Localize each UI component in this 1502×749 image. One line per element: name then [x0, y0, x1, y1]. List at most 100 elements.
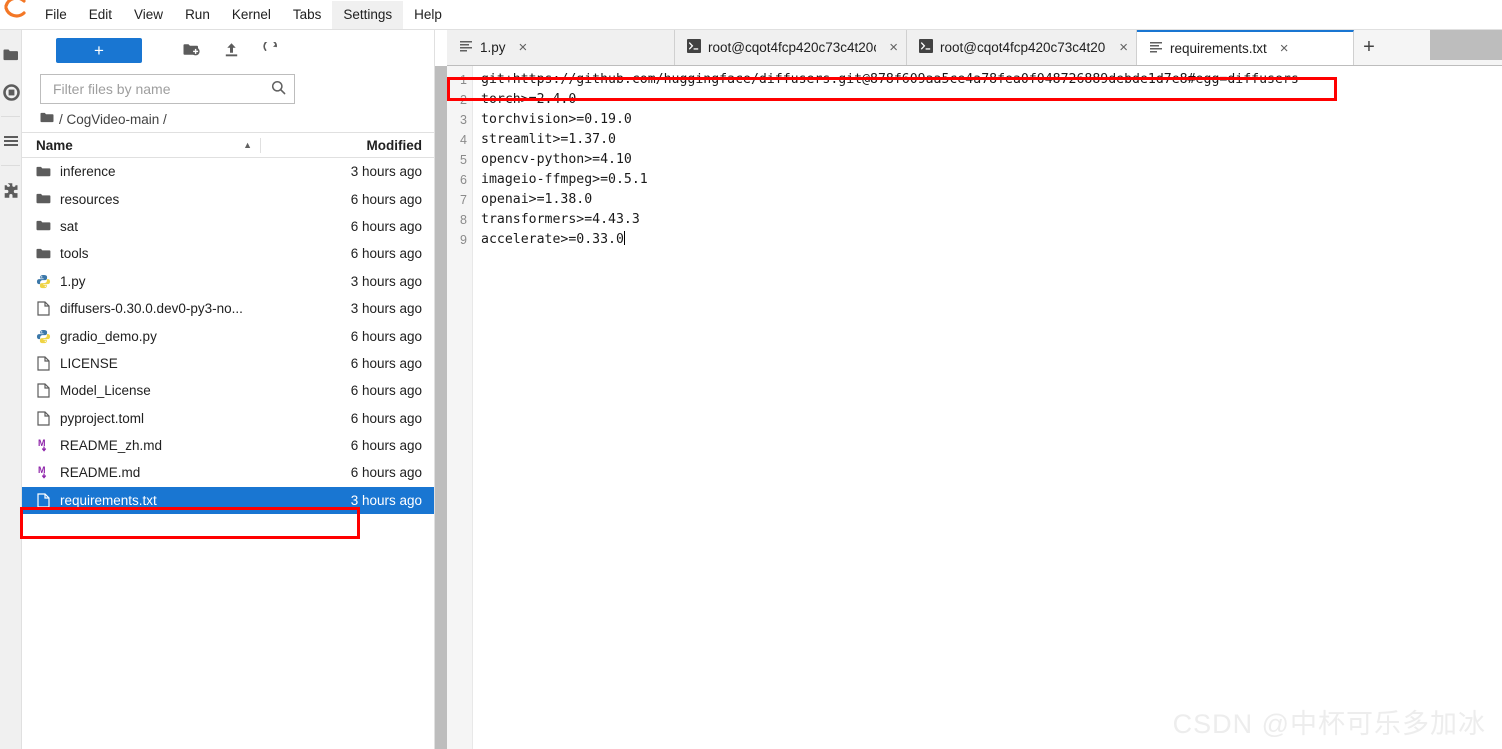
code-line[interactable]: accelerate>=0.33.0: [481, 230, 1502, 250]
file-icon: [36, 383, 51, 399]
file-modified-label: 6 hours ago: [350, 383, 422, 399]
search-icon[interactable]: [271, 80, 286, 98]
panel-splitter[interactable]: [435, 66, 447, 749]
new-folder-icon[interactable]: [176, 37, 206, 63]
file-row[interactable]: 1.py 3 hours ago: [22, 268, 434, 295]
file-modified-label: 3 hours ago: [350, 164, 422, 180]
tab-terminal-1[interactable]: root@cqot4fcp420c73c4t20c ×: [675, 30, 907, 65]
close-icon[interactable]: ×: [1280, 41, 1289, 56]
tab-1py[interactable]: 1.py ×: [447, 30, 675, 65]
new-launcher-button[interactable]: +: [56, 37, 142, 63]
code-content[interactable]: git+https://github.com/huggingface/diffu…: [473, 66, 1502, 749]
menu-view[interactable]: View: [123, 1, 174, 29]
line-number: 4: [460, 133, 467, 147]
menu-edit[interactable]: Edit: [78, 1, 123, 29]
tab-label: root@cqot4fcp420c73c4t20c: [940, 40, 1107, 55]
file-name-label: README_zh.md: [60, 438, 163, 454]
refresh-icon[interactable]: [256, 37, 286, 63]
column-header-name[interactable]: Name ▲: [22, 138, 260, 153]
markdown-icon: M: [36, 438, 51, 454]
menu-file[interactable]: File: [34, 1, 78, 29]
line-number: 2: [460, 93, 467, 107]
code-line[interactable]: opencv-python>=4.10: [481, 150, 1502, 170]
extension-manager-icon[interactable]: [0, 166, 22, 214]
file-row-name-cell[interactable]: gradio_demo.py: [22, 328, 260, 344]
file-row-name-cell[interactable]: M README.md: [22, 465, 260, 481]
code-line[interactable]: imageio-ffmpeg>=0.5.1: [481, 170, 1502, 190]
file-row-name-cell[interactable]: diffusers-0.30.0.dev0-py3-no...: [22, 301, 260, 317]
file-name-label: LICENSE: [60, 355, 118, 371]
commands-icon[interactable]: [0, 117, 22, 165]
tab-terminal-2[interactable]: root@cqot4fcp420c73c4t20c ×: [907, 30, 1137, 65]
file-row-name-cell[interactable]: LICENSE: [22, 355, 260, 371]
close-icon[interactable]: ×: [519, 40, 528, 55]
file-row[interactable]: resources 6 hours ago: [22, 185, 434, 212]
file-filter-box[interactable]: [40, 74, 295, 104]
file-row-name-cell[interactable]: Model_License: [22, 383, 260, 399]
file-modified-label: 6 hours ago: [350, 355, 422, 371]
code-line-text: torch>=2.4.0: [481, 92, 577, 107]
file-filter-wrap: [22, 70, 434, 106]
code-line[interactable]: torch>=2.4.0: [481, 90, 1502, 110]
file-row[interactable]: M README_zh.md 6 hours ago: [22, 432, 434, 459]
column-header-modified[interactable]: Modified: [260, 137, 434, 153]
line-number: 6: [460, 173, 467, 187]
file-row[interactable]: inference 3 hours ago: [22, 158, 434, 185]
tab-label: root@cqot4fcp420c73c4t20c: [708, 40, 877, 55]
menu-settings[interactable]: Settings: [332, 0, 404, 29]
tab-label: requirements.txt: [1170, 41, 1267, 56]
upload-icon[interactable]: [216, 37, 246, 63]
file-row-name-cell[interactable]: resources: [22, 191, 260, 207]
file-row-name-cell[interactable]: sat: [22, 218, 260, 234]
watermark: CSDN @中杯可乐多加冰: [1172, 709, 1486, 739]
line-number: 8: [460, 213, 467, 227]
tab-requirements-txt[interactable]: requirements.txt ×: [1137, 30, 1354, 65]
file-row[interactable]: Model_License 6 hours ago: [22, 377, 434, 404]
file-browser-icon[interactable]: [0, 44, 22, 66]
menu-kernel[interactable]: Kernel: [221, 1, 282, 29]
file-row[interactable]: LICENSE 6 hours ago: [22, 350, 434, 377]
code-line[interactable]: transformers>=4.43.3: [481, 210, 1502, 230]
close-icon[interactable]: ×: [1119, 40, 1128, 55]
file-name-label: sat: [60, 218, 79, 234]
breadcrumb[interactable]: / CogVideo-main /: [22, 106, 434, 132]
file-row[interactable]: diffusers-0.30.0.dev0-py3-no... 3 hours a…: [22, 295, 434, 322]
file-browser-panel: + Filter files by name / CogVideo-main /…: [22, 30, 435, 749]
code-line[interactable]: openai>=1.38.0: [481, 190, 1502, 210]
file-row[interactable]: tools 6 hours ago: [22, 240, 434, 267]
code-line[interactable]: torchvision>=0.19.0: [481, 110, 1502, 130]
folder-icon: [36, 191, 51, 207]
code-line[interactable]: git+https://github.com/huggingface/diffu…: [481, 70, 1502, 90]
file-row[interactable]: requirements.txt 3 hours ago: [22, 486, 434, 515]
folder-icon: [36, 218, 51, 234]
code-line[interactable]: streamlit>=1.37.0: [481, 130, 1502, 150]
file-row[interactable]: sat 6 hours ago: [22, 213, 434, 240]
jupyter-logo-icon: [0, 0, 34, 30]
code-line-text: accelerate>=0.33.0: [481, 232, 624, 247]
text-editor[interactable]: 1 2 3 4 5 6 7 8 9 git+https://github.com/hugging…: [447, 66, 1502, 749]
file-name-label: resources: [60, 191, 120, 207]
file-row[interactable]: M README.md 6 hours ago: [22, 459, 434, 486]
add-tab-button[interactable]: +: [1354, 30, 1384, 65]
running-terminals-icon[interactable]: [0, 68, 22, 116]
file-row-name-cell[interactable]: M README_zh.md: [22, 438, 260, 454]
activity-bar: [0, 30, 22, 749]
file-row-name-cell[interactable]: 1.py: [22, 273, 260, 289]
file-row-name-cell[interactable]: requirements.txt: [22, 492, 260, 508]
file-row-name-cell[interactable]: inference: [22, 164, 260, 180]
menu-tabs[interactable]: Tabs: [282, 1, 333, 29]
python-icon: [36, 273, 51, 289]
close-icon[interactable]: ×: [889, 40, 898, 55]
file-row-name-cell[interactable]: tools: [22, 246, 260, 262]
file-row[interactable]: pyproject.toml 6 hours ago: [22, 405, 434, 432]
file-modified-label: 6 hours ago: [350, 410, 422, 426]
breadcrumb-path[interactable]: / CogVideo-main /: [59, 112, 167, 127]
filter-files-input[interactable]: [51, 80, 271, 98]
file-row[interactable]: gradio_demo.py 6 hours ago: [22, 322, 434, 349]
tab-bar-scrollbar[interactable]: [1430, 30, 1502, 60]
file-name-label: 1.py: [60, 273, 86, 289]
menu-run[interactable]: Run: [174, 1, 221, 29]
menu-bar: File Edit View Run Kernel Tabs Settings …: [0, 0, 1502, 30]
menu-help[interactable]: Help: [403, 1, 453, 29]
file-row-name-cell[interactable]: pyproject.toml: [22, 410, 260, 426]
